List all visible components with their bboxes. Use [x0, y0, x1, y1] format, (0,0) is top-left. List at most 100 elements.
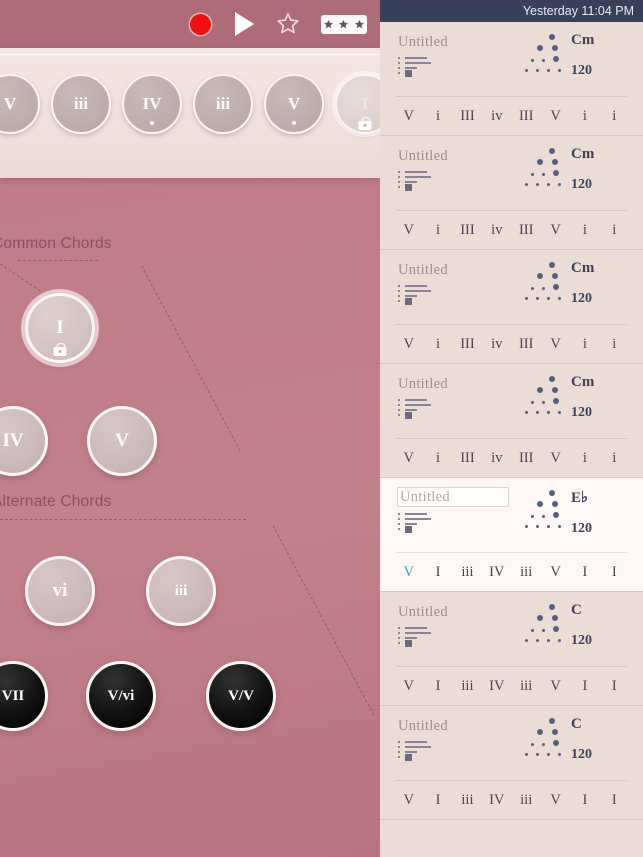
song-chord[interactable]: I: [570, 792, 599, 809]
chord-pad[interactable]: IV: [0, 406, 48, 476]
song-chord[interactable]: iv: [482, 108, 511, 125]
chord-pad[interactable]: V/vi: [86, 661, 156, 731]
song-chord[interactable]: I: [423, 564, 452, 581]
song-chord[interactable]: V: [541, 792, 570, 809]
song-list-item[interactable]: Untitled Cm 120 Vi III iv III Vi i: [380, 22, 643, 136]
progression-slot[interactable]: V: [264, 74, 324, 134]
song-chord[interactable]: iii: [453, 792, 482, 809]
song-chord[interactable]: III: [512, 222, 541, 239]
song-chord[interactable]: i: [600, 108, 629, 125]
song-chord[interactable]: i: [570, 450, 599, 467]
song-chord[interactable]: III: [512, 336, 541, 353]
song-chord[interactable]: i: [600, 450, 629, 467]
song-chord[interactable]: IV: [482, 564, 511, 581]
song-meta: C 120: [571, 716, 629, 763]
song-chord[interactable]: V: [541, 336, 570, 353]
song-chord[interactable]: iv: [482, 222, 511, 239]
song-list-item[interactable]: Untitled E♭ 120 V Iiii IV iii V I I: [380, 478, 643, 592]
song-chord[interactable]: V: [394, 792, 423, 809]
progression-slot[interactable]: iii: [193, 74, 253, 134]
song-list-item[interactable]: Untitled Cm 120 Vi III iv III Vi i: [380, 364, 643, 478]
song-chord[interactable]: iv: [482, 450, 511, 467]
progression-slot-label: IV: [142, 94, 162, 113]
song-chord[interactable]: iii: [453, 678, 482, 695]
song-chord[interactable]: V: [541, 450, 570, 467]
song-chord[interactable]: i: [570, 222, 599, 239]
app-window: ViiiIViiiVII Common Chords Alternate Cho…: [0, 0, 643, 857]
song-chord[interactable]: i: [423, 222, 452, 239]
song-chord[interactable]: V: [394, 108, 423, 125]
song-chord[interactable]: III: [453, 222, 482, 239]
song-chord[interactable]: i: [570, 336, 599, 353]
song-chord[interactable]: V: [541, 564, 570, 581]
song-chord[interactable]: V: [541, 678, 570, 695]
song-chord[interactable]: III: [453, 336, 482, 353]
song-chord[interactable]: I: [423, 678, 452, 695]
song-chord[interactable]: I: [570, 564, 599, 581]
play-button[interactable]: [222, 0, 266, 48]
chord-pad-label: V: [115, 430, 129, 451]
rating-button[interactable]: [316, 0, 372, 48]
song-chord[interactable]: iii: [512, 564, 541, 581]
song-chord[interactable]: V: [541, 222, 570, 239]
song-chord[interactable]: i: [423, 336, 452, 353]
song-chord[interactable]: i: [570, 108, 599, 125]
song-chord[interactable]: IV: [482, 792, 511, 809]
song-chord[interactable]: I: [570, 678, 599, 695]
song-chord[interactable]: V: [394, 564, 423, 581]
song-chord[interactable]: V: [394, 450, 423, 467]
chord-pad[interactable]: V/V: [206, 661, 276, 731]
song-chord[interactable]: i: [600, 336, 629, 353]
song-summary: Untitled Cm 120: [380, 22, 643, 96]
song-chord[interactable]: III: [453, 450, 482, 467]
song-chord[interactable]: III: [512, 450, 541, 467]
chord-pad[interactable]: I: [25, 293, 95, 363]
song-chord[interactable]: i: [423, 108, 452, 125]
star-icon: [354, 19, 364, 28]
song-chord[interactable]: V: [394, 678, 423, 695]
song-bpm: 120: [571, 633, 592, 648]
song-chord[interactable]: III: [512, 108, 541, 125]
song-title: Untitled: [398, 34, 448, 50]
song-chord[interactable]: V: [394, 222, 423, 239]
song-chord[interactable]: iii: [453, 564, 482, 581]
song-chord[interactable]: I: [600, 678, 629, 695]
chord-pad[interactable]: iii: [146, 556, 216, 626]
song-key: C: [571, 602, 582, 618]
song-chord[interactable]: i: [423, 450, 452, 467]
song-chord[interactable]: V: [541, 108, 570, 125]
song-title: Untitled: [398, 718, 448, 734]
progression-slot[interactable]: V: [0, 74, 40, 134]
song-key: Cm: [571, 146, 595, 162]
progression-slot[interactable]: I: [335, 74, 380, 134]
favorite-button[interactable]: [266, 0, 310, 48]
song-list-item[interactable]: Untitled Cm 120 Vi III iv III Vi i: [380, 136, 643, 250]
song-chord[interactable]: I: [600, 792, 629, 809]
song-key: Cm: [571, 260, 595, 276]
song-title[interactable]: Untitled: [400, 489, 450, 506]
song-chord[interactable]: iii: [512, 678, 541, 695]
song-chord[interactable]: I: [423, 792, 452, 809]
song-list-item[interactable]: Untitled C 120 V Iiii IV iii V I I: [380, 592, 643, 706]
song-chord[interactable]: iv: [482, 336, 511, 353]
song-chord[interactable]: I: [600, 564, 629, 581]
chord-pad-label: I: [56, 317, 64, 338]
chord-pad[interactable]: VII: [0, 661, 48, 731]
rating-badge: [321, 14, 367, 34]
chord-pad-label: vi: [52, 580, 68, 601]
song-list[interactable]: Untitled Cm 120 Vi III iv III Vi i Untitled Cm 120 V…: [380, 22, 643, 820]
song-list-item[interactable]: Untitled C 120 V Iiii IV iii V I I: [380, 706, 643, 820]
progression-slot[interactable]: iii: [51, 74, 111, 134]
record-button[interactable]: [178, 0, 222, 48]
progression-slot[interactable]: IV: [122, 74, 182, 134]
chord-pad[interactable]: vi: [25, 556, 95, 626]
chord-pad[interactable]: V: [87, 406, 157, 476]
song-chord[interactable]: iii: [512, 792, 541, 809]
song-chord[interactable]: III: [453, 108, 482, 125]
song-list-item[interactable]: Untitled Cm 120 Vi III iv III Vi i: [380, 250, 643, 364]
song-chord[interactable]: IV: [482, 678, 511, 695]
song-chord[interactable]: V: [394, 336, 423, 353]
progression-strip[interactable]: ViiiIViiiVII: [0, 48, 380, 178]
song-chord[interactable]: i: [600, 222, 629, 239]
progression-slot-label: I: [361, 94, 369, 113]
